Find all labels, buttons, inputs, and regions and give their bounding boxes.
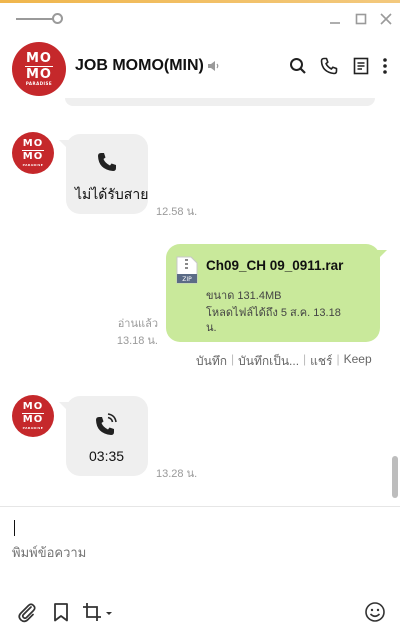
divider: | — [303, 352, 307, 366]
emoji-icon[interactable] — [364, 601, 386, 623]
window-titlebar — [0, 0, 400, 38]
svg-text:ZIP: ZIP — [182, 276, 192, 283]
chat-messages[interactable]: MO MO PARADISE ไม่ได้รับสาย 12.58 น. อ่า… — [0, 98, 400, 506]
avatar-text-bottom: MO — [22, 151, 44, 162]
file-message-bubble[interactable]: ZIP Ch09_CH 09_0911.rar ขนาด 131.4MB โหล… — [166, 244, 387, 342]
minimize-icon[interactable] — [326, 10, 344, 28]
message-time: 13.28 น. — [156, 468, 198, 480]
phone-icon — [95, 150, 119, 174]
message-input[interactable] — [12, 517, 382, 587]
message-composer — [0, 506, 400, 629]
attachment-icon[interactable] — [16, 601, 38, 623]
message-time: 12.58 น. — [156, 206, 198, 218]
divider: | — [336, 352, 340, 366]
avatar[interactable]: MO MO PARADISE — [12, 395, 54, 437]
file-expiry-suffix: น. — [206, 322, 217, 334]
avatar-subtext: PARADISE — [22, 163, 44, 167]
avatar-text-top: MO — [22, 138, 44, 149]
call-bubble[interactable]: 03:35 — [59, 396, 148, 476]
chat-title[interactable]: JOB MOMO(MIN) — [75, 57, 204, 75]
maximize-icon[interactable] — [352, 10, 370, 28]
accent-bar — [0, 0, 400, 3]
call-duration: 03:35 — [89, 448, 125, 464]
pin-slider-knob[interactable] — [52, 13, 63, 24]
avatar-subtext: PARADISE — [22, 426, 44, 430]
file-expiry: โหลดไฟล์ได้ถึง 5 ส.ค. 13.18 — [206, 307, 341, 319]
avatar[interactable]: MO MO PARADISE — [12, 132, 54, 174]
chat-header: MO MO PARADISE JOB MOMO(MIN) — [0, 38, 400, 98]
share-link[interactable]: แชร์ — [310, 352, 332, 371]
notes-icon[interactable] — [351, 56, 371, 76]
more-icon[interactable] — [379, 56, 391, 76]
scrollbar[interactable] — [392, 456, 398, 498]
file-actions: บันทึก | บันทึกเป็น... | แชร์ | Keep — [196, 352, 372, 371]
text-caret — [14, 520, 15, 536]
save-as-link[interactable]: บันทึกเป็น... — [238, 352, 299, 371]
mute-icon — [206, 58, 222, 74]
phone-icon[interactable] — [319, 56, 339, 76]
file-size: ขนาด 131.4MB — [206, 290, 282, 302]
keep-link[interactable]: Keep — [344, 352, 372, 371]
missed-call-bubble[interactable]: ไม่ได้รับสาย — [59, 134, 149, 214]
avatar-text-top: MO — [22, 401, 44, 412]
avatar-subtext: PARADISE — [25, 81, 53, 86]
phone-call-icon — [94, 412, 118, 436]
previous-message-bubble — [65, 98, 375, 106]
divider: | — [231, 352, 235, 366]
close-icon[interactable] — [377, 10, 395, 28]
avatar-text-top: MO — [26, 51, 52, 66]
read-status: อ่านแล้ว — [117, 318, 158, 330]
avatar[interactable]: MO MO PARADISE — [12, 42, 66, 96]
search-icon[interactable] — [288, 56, 308, 76]
file-name[interactable]: Ch09_CH 09_0911.rar — [206, 258, 343, 273]
bookmark-icon[interactable] — [50, 601, 72, 623]
crop-icon[interactable] — [82, 601, 114, 623]
message-time: 13.18 น. — [116, 335, 158, 347]
missed-call-text: ไม่ได้รับสาย — [75, 186, 149, 202]
avatar-text-bottom: MO — [22, 414, 44, 425]
save-link[interactable]: บันทึก — [196, 352, 227, 371]
zip-file-icon: ZIP — [176, 256, 198, 284]
avatar-text-bottom: MO — [26, 67, 52, 82]
